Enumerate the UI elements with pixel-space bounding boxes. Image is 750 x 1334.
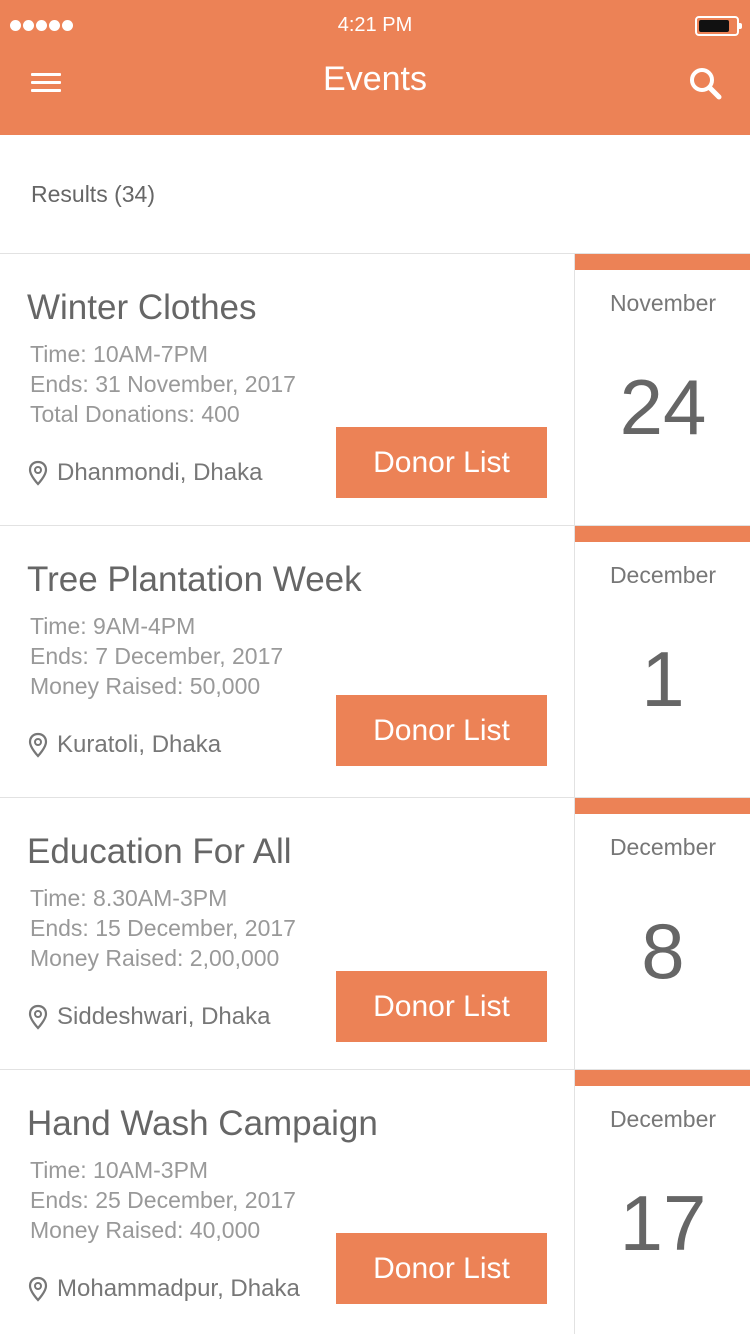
event-location: Siddeshwari, Dhaka — [27, 1003, 270, 1031]
event-month: November — [609, 290, 717, 316]
event-date: December 1 — [574, 526, 750, 798]
event-end-date: Ends: 25 December, 2017 — [30, 1187, 296, 1213]
location-pin-icon — [28, 732, 48, 758]
event-time: Time: 10AM-7PM — [30, 341, 209, 367]
event-time: Time: 10AM-3PM — [30, 1157, 209, 1183]
location-label: Mohammadpur, Dhaka — [57, 1275, 300, 1302]
event-time: Time: 9AM-4PM — [30, 613, 196, 639]
page-title: Events — [323, 60, 427, 98]
event-time: Time: 8.30AM-3PM — [30, 885, 228, 911]
location-label: Kuratoli, Dhaka — [57, 731, 222, 758]
event-stat: Total Donations: 400 — [30, 401, 240, 427]
event-date: December 8 — [574, 798, 750, 1070]
event-location: Kuratoli, Dhaka — [27, 731, 221, 759]
event-month: December — [609, 834, 717, 860]
event-card[interactable]: Tree Plantation Week Time: 9AM-4PM Ends:… — [0, 526, 750, 798]
event-location: Dhanmondi, Dhaka — [27, 459, 262, 487]
event-card[interactable]: Education For All Time: 8.30AM-3PM Ends:… — [0, 798, 750, 1070]
event-day: 8 — [641, 907, 685, 995]
date-accent-bar — [575, 254, 750, 270]
event-month: December — [609, 562, 717, 588]
donor-list-button[interactable]: Donor List — [336, 427, 547, 498]
event-date: November 24 — [574, 254, 750, 526]
status-time: 4:21 PM — [337, 14, 413, 36]
event-card[interactable]: Hand Wash Campaign Time: 10AM-3PM Ends: … — [0, 1070, 750, 1334]
event-title: Winter Clothes — [27, 288, 257, 327]
event-end-date: Ends: 15 December, 2017 — [30, 915, 296, 941]
event-end-date: Ends: 7 December, 2017 — [30, 643, 284, 669]
search-icon[interactable] — [684, 62, 726, 104]
event-end-date: Ends: 31 November, 2017 — [30, 371, 296, 397]
event-month: December — [609, 1106, 717, 1132]
date-accent-bar — [575, 526, 750, 542]
event-day: 24 — [619, 363, 707, 451]
donor-list-button[interactable]: Donor List — [336, 695, 547, 766]
event-title: Tree Plantation Week — [27, 560, 362, 599]
donor-list-button[interactable]: Donor List — [336, 971, 547, 1042]
location-pin-icon — [28, 1004, 48, 1030]
app-header: 4:21 PM Events — [0, 0, 750, 135]
date-accent-bar — [575, 1070, 750, 1086]
location-label: Siddeshwari, Dhaka — [57, 1003, 271, 1030]
event-day: 1 — [641, 635, 685, 723]
event-title: Hand Wash Campaign — [27, 1104, 378, 1143]
event-location: Mohammadpur, Dhaka — [27, 1275, 300, 1303]
event-stat: Money Raised: 50,000 — [30, 673, 261, 699]
event-stat: Money Raised: 40,000 — [30, 1217, 261, 1243]
event-date: December 17 — [574, 1070, 750, 1334]
location-pin-icon — [28, 460, 48, 486]
donor-list-button[interactable]: Donor List — [336, 1233, 547, 1304]
date-accent-bar — [575, 798, 750, 814]
event-stat: Money Raised: 2,00,000 — [30, 945, 280, 971]
event-title: Education For All — [27, 832, 292, 871]
location-label: Dhanmondi, Dhaka — [57, 459, 263, 486]
status-bar: 4:21 PM — [0, 0, 750, 52]
results-count: Results (34) — [31, 181, 155, 207]
location-pin-icon — [28, 1276, 48, 1302]
battery-icon — [695, 16, 742, 36]
event-card[interactable]: Winter Clothes Time: 10AM-7PM Ends: 31 N… — [0, 254, 750, 526]
event-day: 17 — [619, 1179, 707, 1267]
